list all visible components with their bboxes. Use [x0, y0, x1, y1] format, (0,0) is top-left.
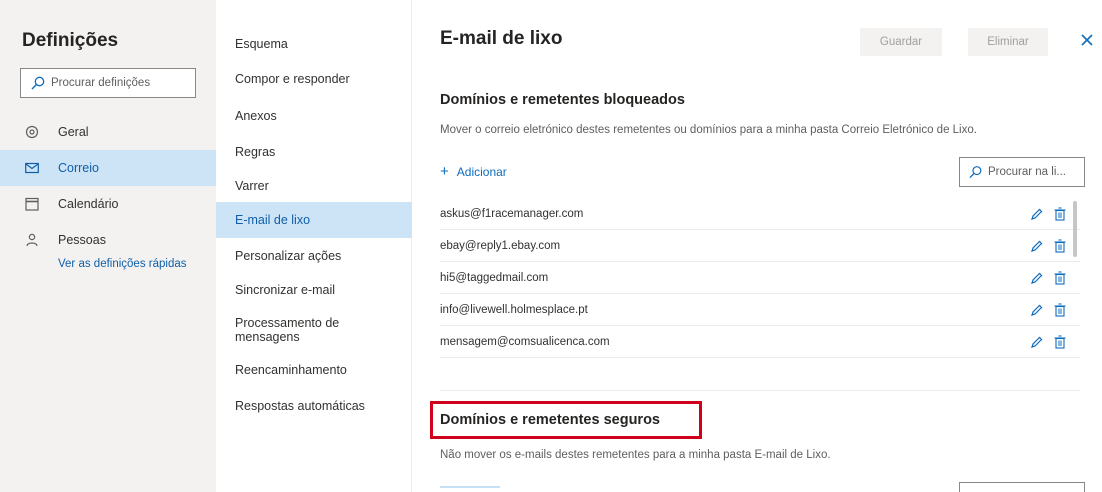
settings-search-box[interactable] [20, 68, 196, 98]
nav-item-customize-actions[interactable]: Personalizar ações [216, 242, 412, 270]
nav-item-automatic-replies[interactable]: Respostas automáticas [216, 392, 412, 420]
save-button[interactable]: Guardar [860, 28, 942, 56]
search-icon [969, 166, 982, 179]
trash-icon[interactable] [1052, 206, 1068, 222]
nav-item-sync-email[interactable]: Sincronizar e-mail [216, 276, 412, 304]
delete-button[interactable]: Eliminar [968, 28, 1048, 56]
trash-icon[interactable] [1052, 238, 1068, 254]
section-divider [440, 390, 1080, 391]
sidebar-item-label: Calendário [58, 197, 119, 211]
nav-item-compose[interactable]: Compor e responder [216, 65, 412, 93]
edit-pencil-icon[interactable] [1028, 238, 1044, 254]
list-scrollbar[interactable] [1073, 201, 1077, 257]
junk-email-panel: E-mail de lixo Guardar Eliminar Domínios… [412, 0, 1102, 492]
blocked-senders-description: Mover o correio eletrónico destes remete… [440, 124, 977, 136]
safe-add-button-partial[interactable] [440, 486, 500, 488]
add-label: Adicionar [456, 164, 507, 179]
sender-address: info@livewell.holmesplace.pt [440, 303, 588, 316]
settings-sidebar: Definições Geral Correio Calendário [0, 0, 216, 492]
sidebar-item-label: Pessoas [58, 233, 106, 247]
nav-item-rules[interactable]: Regras [216, 138, 412, 166]
safe-senders-title: Domínios e remetentes seguros [440, 412, 660, 428]
sidebar-item-calendar[interactable]: Calendário [0, 186, 216, 222]
blocked-list-search-box[interactable] [959, 157, 1085, 187]
trash-icon[interactable] [1052, 302, 1068, 318]
sender-address: ebay@reply1.ebay.com [440, 239, 561, 252]
nav-item-forwarding[interactable]: Reencaminhamento [216, 356, 412, 384]
list-item: info@livewell.holmesplace.pt [440, 294, 1080, 326]
sidebar-item-general[interactable]: Geral [0, 114, 216, 150]
nav-item-layout[interactable]: Esquema [216, 30, 412, 58]
blocked-senders-title: Domínios e remetentes bloqueados [440, 92, 685, 108]
blocked-senders-list: askus@f1racemanager.com ebay@reply1.ebay… [440, 198, 1080, 358]
nav-item-sweep[interactable]: Varrer [216, 172, 412, 200]
settings-category-list: Geral Correio Calendário Pessoas [0, 114, 216, 258]
search-icon [31, 76, 45, 90]
safe-list-search-box[interactable] [959, 482, 1085, 492]
calendar-icon [24, 196, 40, 212]
safe-senders-description: Não mover os e-mails destes remetentes p… [440, 449, 831, 461]
gear-icon [24, 124, 40, 140]
trash-icon[interactable] [1052, 334, 1068, 350]
plus-icon: + [440, 163, 449, 180]
nav-item-junk-email[interactable]: E-mail de lixo [216, 202, 412, 238]
edit-pencil-icon[interactable] [1028, 302, 1044, 318]
settings-search-input[interactable] [51, 77, 191, 89]
list-item: ebay@reply1.ebay.com [440, 230, 1080, 262]
page-title: E-mail de lixo [440, 28, 563, 49]
edit-pencil-icon[interactable] [1028, 270, 1044, 286]
mail-settings-nav: Esquema Compor e responder Anexos Regras… [216, 0, 412, 492]
edit-pencil-icon[interactable] [1028, 206, 1044, 222]
list-item: mensagem@comsualicenca.com [440, 326, 1080, 358]
list-item: askus@f1racemanager.com [440, 198, 1080, 230]
sidebar-item-label: Correio [58, 161, 99, 175]
blocked-list-search-input[interactable] [988, 166, 1084, 178]
mail-icon [24, 160, 40, 176]
quick-settings-link[interactable]: Ver as definições rápidas [58, 258, 188, 270]
nav-item-attachments[interactable]: Anexos [216, 102, 412, 130]
sender-address: askus@f1racemanager.com [440, 207, 584, 220]
sidebar-item-mail[interactable]: Correio [0, 150, 216, 186]
people-icon [24, 232, 40, 248]
sidebar-item-people[interactable]: Pessoas [0, 222, 216, 258]
sender-address: mensagem@comsualicenca.com [440, 335, 610, 348]
settings-title: Definições [22, 30, 119, 51]
nav-item-message-handling[interactable]: Processamento de mensagens [216, 310, 376, 350]
sidebar-item-label: Geral [58, 125, 89, 139]
edit-pencil-icon[interactable] [1028, 334, 1044, 350]
sender-address: hi5@taggedmail.com [440, 271, 549, 284]
close-icon[interactable] [1077, 30, 1097, 50]
trash-icon[interactable] [1052, 270, 1068, 286]
add-blocked-sender-button[interactable]: + Adicionar [440, 164, 507, 179]
list-item: hi5@taggedmail.com [440, 262, 1080, 294]
